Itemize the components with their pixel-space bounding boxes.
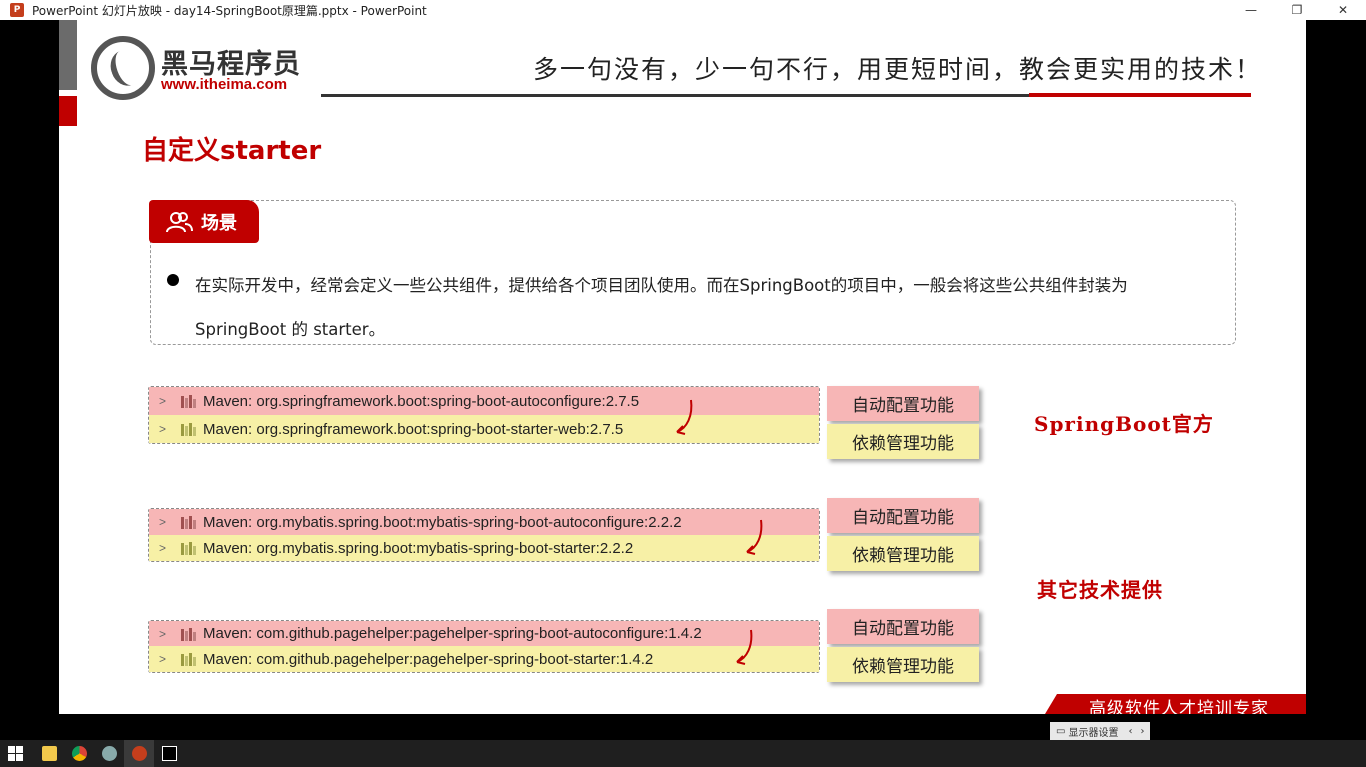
monitor-icon[interactable]: ▭ bbox=[1056, 726, 1065, 737]
dependency-row-starter: > Maven: com.github.pagehelper:pagehelpe… bbox=[149, 646, 819, 672]
chevron-right-icon: > bbox=[159, 652, 167, 666]
dependency-label: Maven: com.github.pagehelper:pagehelper-… bbox=[203, 650, 654, 668]
dependency-group-pagehelper: > Maven: com.github.pagehelper:pagehelpe… bbox=[148, 620, 820, 673]
window-title-bar: P PowerPoint 幻灯片放映 - day14-SpringBoot原理篇… bbox=[0, 0, 1366, 20]
intellij-icon[interactable] bbox=[154, 740, 184, 767]
dependency-label: Maven: org.mybatis.spring.boot:mybatis-s… bbox=[203, 513, 682, 531]
users-icon bbox=[165, 211, 193, 233]
dependency-row-autoconfigure: > Maven: org.springframework.boot:spring… bbox=[149, 387, 819, 415]
auto-config-label-2: 自动配置功能 bbox=[827, 498, 979, 533]
dependency-label: Maven: org.mybatis.spring.boot:mybatis-s… bbox=[203, 539, 634, 557]
bullet-icon bbox=[167, 274, 179, 286]
red-arrow-icon bbox=[736, 629, 753, 665]
red-arrow-icon bbox=[746, 519, 763, 555]
powerpoint-taskbar-icon[interactable] bbox=[124, 740, 154, 767]
library-icon bbox=[181, 652, 197, 666]
scene-tab-label: 场景 bbox=[201, 212, 237, 234]
dependency-row-autoconfigure: > Maven: com.github.pagehelper:pagehelpe… bbox=[149, 621, 819, 646]
chevron-right-icon: > bbox=[159, 422, 167, 436]
dependency-management-label-3: 依赖管理功能 bbox=[827, 647, 979, 682]
chevron-right-icon: > bbox=[159, 515, 167, 529]
windows-start-icon[interactable] bbox=[0, 740, 30, 767]
dependency-management-label-2: 依赖管理功能 bbox=[827, 536, 979, 571]
page-title: 自定义starter bbox=[142, 136, 322, 166]
dependency-label: Maven: com.github.pagehelper:pagehelper-… bbox=[203, 625, 702, 642]
next-slide-icon[interactable]: › bbox=[1140, 726, 1144, 737]
dependency-row-starter: > Maven: org.springframework.boot:spring… bbox=[149, 415, 819, 443]
minimize-button[interactable]: — bbox=[1228, 0, 1274, 20]
logo-url: www.itheima.com bbox=[161, 76, 288, 93]
red-arrow-icon bbox=[676, 399, 693, 435]
dependency-label: Maven: org.springframework.boot:spring-b… bbox=[203, 392, 640, 410]
file-explorer-icon[interactable] bbox=[34, 740, 64, 767]
dependency-group-mybatis: > Maven: org.mybatis.spring.boot:mybatis… bbox=[148, 508, 820, 562]
footer-text: 高级软件人才培训专家 bbox=[1089, 699, 1269, 714]
header-divider-accent bbox=[1029, 93, 1251, 97]
scene-tab: 场景 bbox=[149, 200, 259, 243]
auto-config-label-1: 自动配置功能 bbox=[827, 386, 979, 421]
library-icon bbox=[181, 627, 197, 641]
itheima-logo-icon bbox=[91, 36, 155, 100]
note-springboot-official: SpringBoot官方 bbox=[1034, 412, 1214, 436]
library-icon bbox=[181, 515, 197, 529]
slogan: 多一句没有，少一句不行，用更短时间，教会更实用的技术！ bbox=[533, 55, 1263, 84]
scene-text: 在实际开发中，经常会定义一些公共组件，提供给各个项目团队使用。而在SpringB… bbox=[195, 276, 1128, 339]
library-icon bbox=[181, 541, 197, 555]
dependency-label: Maven: org.springframework.boot:spring-b… bbox=[203, 420, 624, 438]
note-other-tech: 其它技术提供 bbox=[1037, 578, 1163, 602]
window-title: PowerPoint 幻灯片放映 - day14-SpringBoot原理篇.p… bbox=[32, 3, 427, 18]
app-icon[interactable] bbox=[94, 740, 124, 767]
library-icon bbox=[181, 394, 197, 408]
library-icon bbox=[181, 422, 197, 436]
display-settings-label[interactable]: 显示器设置 bbox=[1068, 724, 1118, 739]
header-divider bbox=[321, 94, 1029, 97]
chrome-icon[interactable] bbox=[64, 740, 94, 767]
dependency-row-autoconfigure: > Maven: org.mybatis.spring.boot:mybatis… bbox=[149, 509, 819, 535]
dependency-row-starter: > Maven: org.mybatis.spring.boot:mybatis… bbox=[149, 535, 819, 561]
previous-slide-icon[interactable]: ‹ bbox=[1128, 726, 1132, 737]
powerpoint-icon: P bbox=[10, 3, 24, 17]
slideshow-toolbar: ▭ 显示器设置 ‹ › bbox=[1050, 722, 1151, 740]
chevron-right-icon: > bbox=[159, 394, 167, 408]
chevron-right-icon: > bbox=[159, 626, 167, 641]
dependency-group-springboot: > Maven: org.springframework.boot:spring… bbox=[148, 386, 820, 444]
dependency-management-label-1: 依赖管理功能 bbox=[827, 424, 979, 459]
slide: 黑马程序员 www.itheima.com 多一句没有，少一句不行，用更短时间，… bbox=[59, 20, 1306, 714]
close-button[interactable]: ✕ bbox=[1320, 0, 1366, 20]
maximize-button[interactable]: ❐ bbox=[1274, 0, 1320, 20]
header-accent-red bbox=[59, 96, 77, 126]
header-accent-gray bbox=[59, 20, 77, 90]
chevron-right-icon: > bbox=[159, 541, 167, 555]
taskbar bbox=[0, 740, 1366, 767]
auto-config-label-3: 自动配置功能 bbox=[827, 609, 979, 644]
